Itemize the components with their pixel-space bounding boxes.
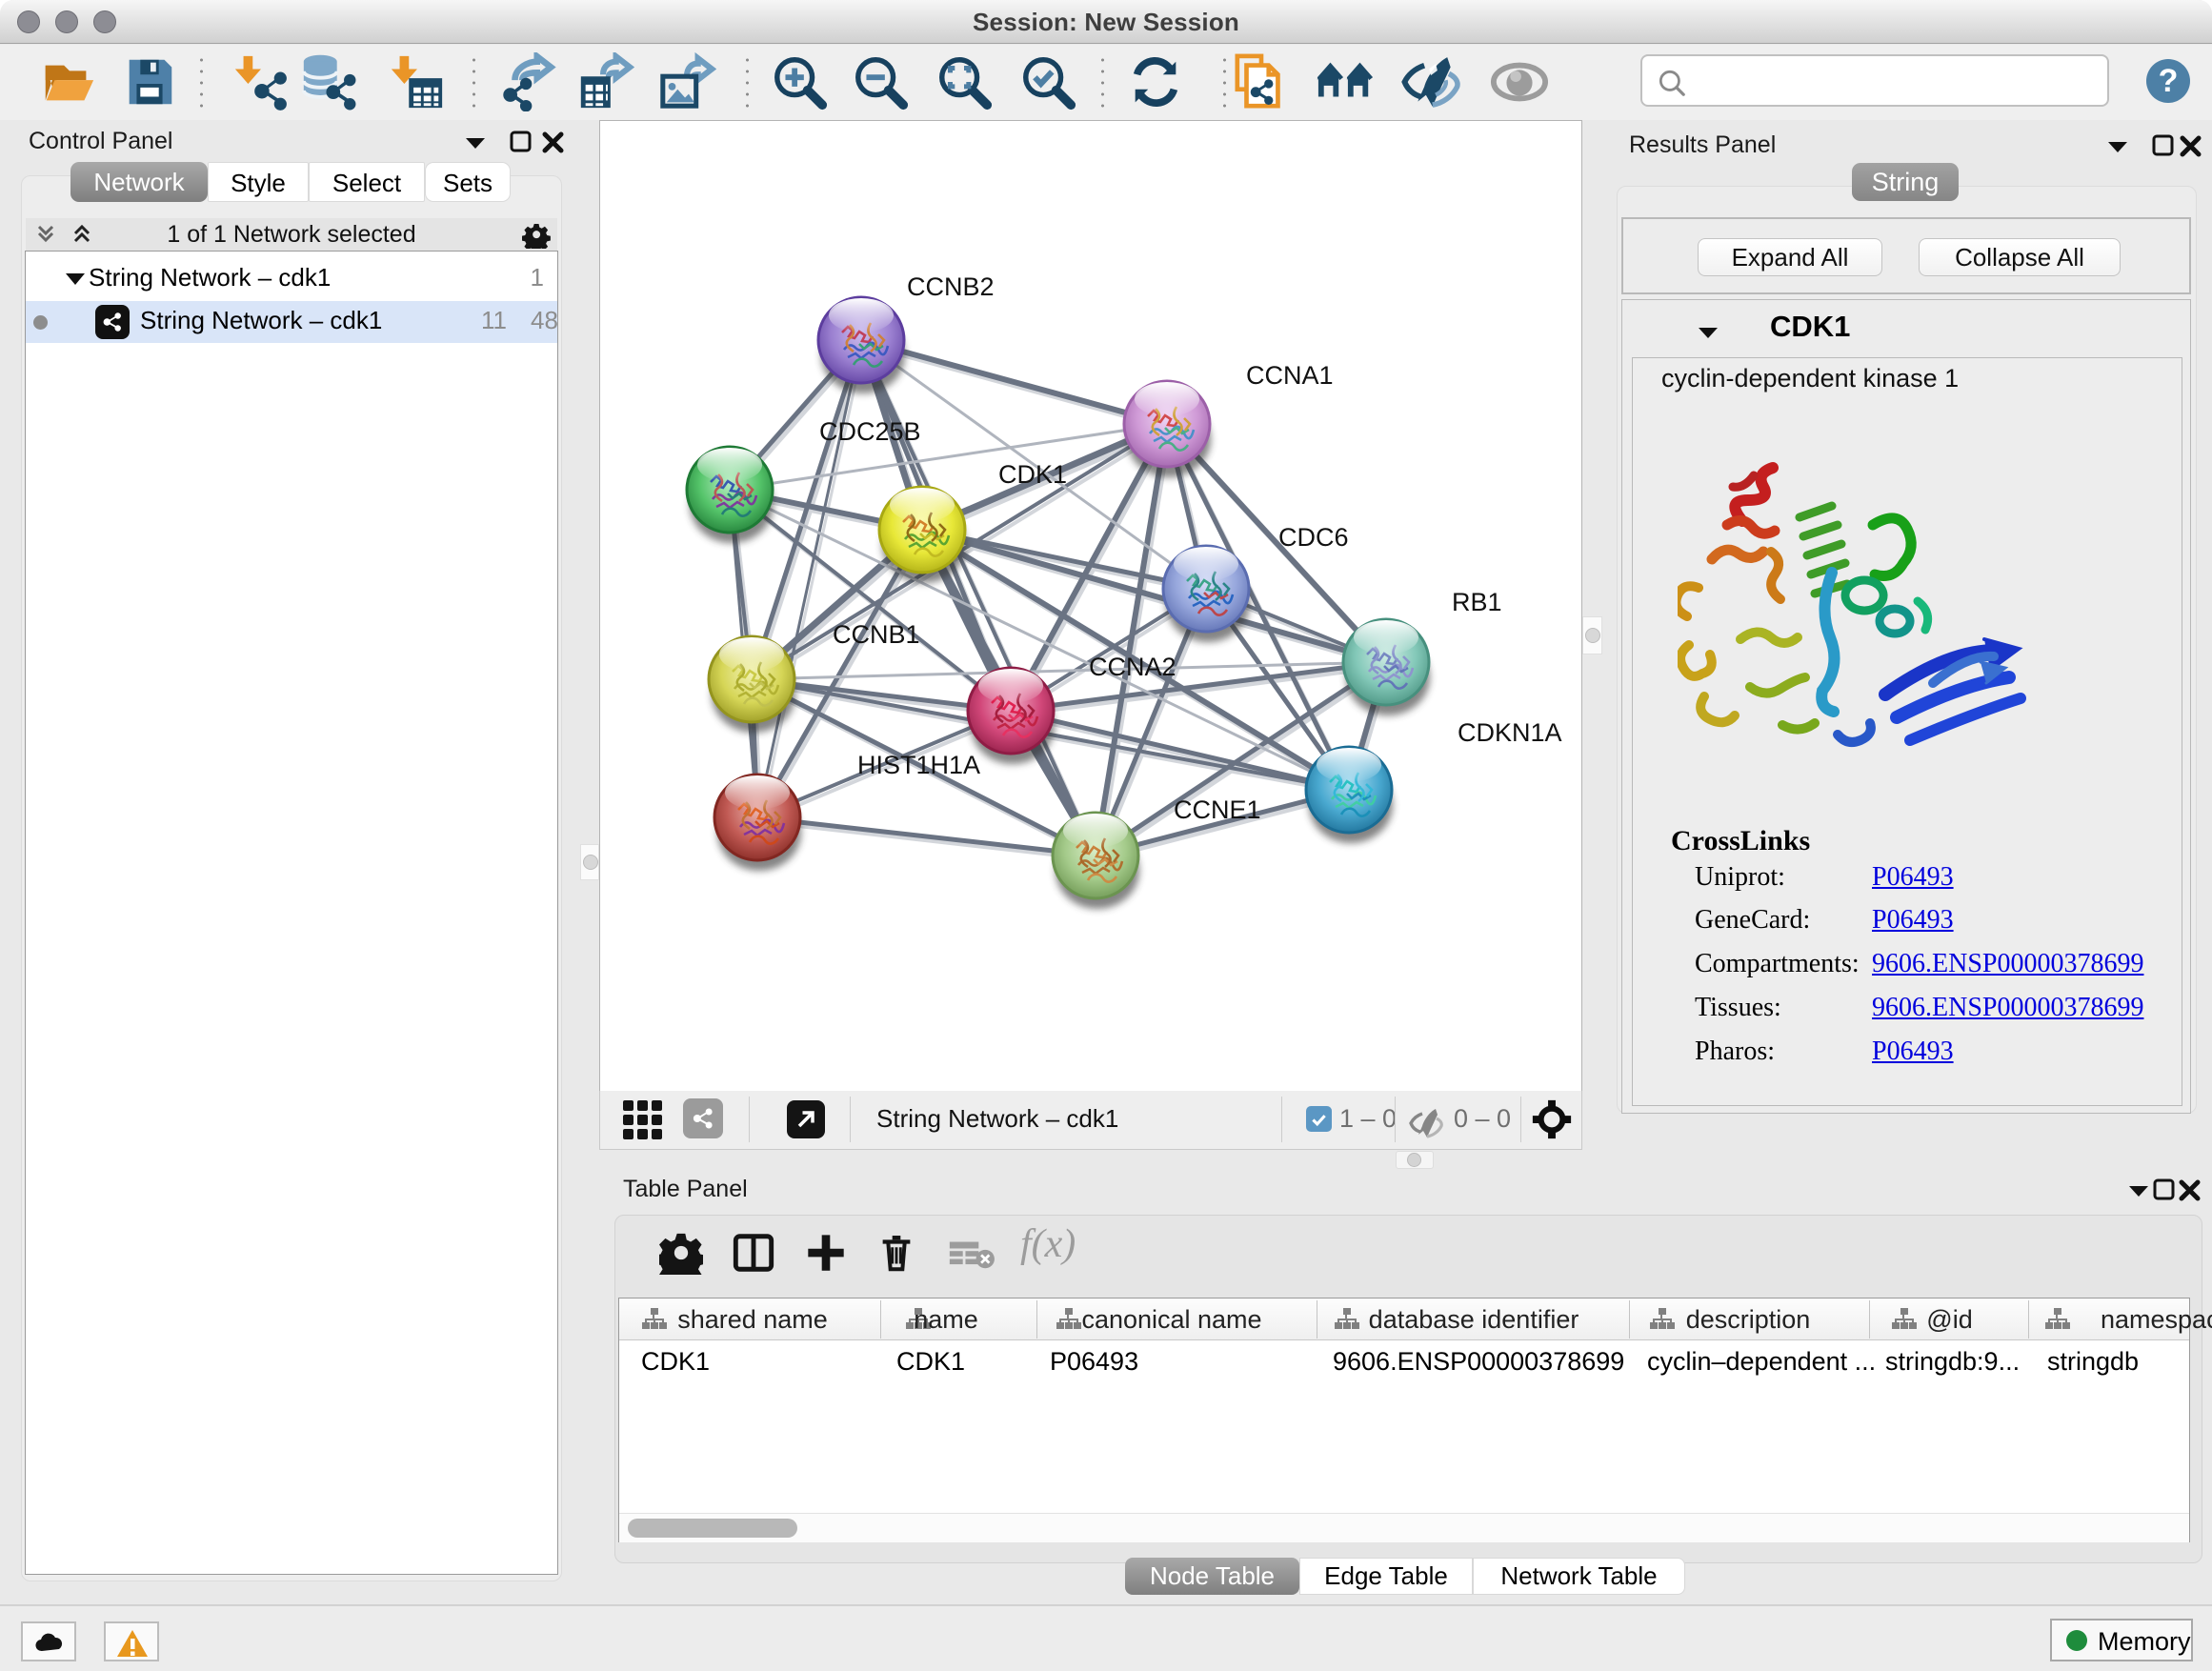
svg-text:RB1: RB1 (1452, 588, 1502, 616)
svg-text:CCNE1: CCNE1 (1174, 795, 1261, 824)
svg-text:CDC6: CDC6 (1278, 523, 1349, 552)
svg-text:CDKN1A: CDKN1A (1458, 718, 1562, 747)
svg-text:CDC25B: CDC25B (819, 417, 921, 446)
svg-text:CCNA1: CCNA1 (1246, 361, 1334, 390)
svg-text:CCNA2: CCNA2 (1089, 653, 1176, 681)
svg-text:CCNB2: CCNB2 (907, 272, 995, 301)
svg-text:HIST1H1A: HIST1H1A (857, 751, 980, 779)
svg-text:CCNB1: CCNB1 (833, 620, 920, 649)
svg-text:CDK1: CDK1 (998, 460, 1067, 489)
